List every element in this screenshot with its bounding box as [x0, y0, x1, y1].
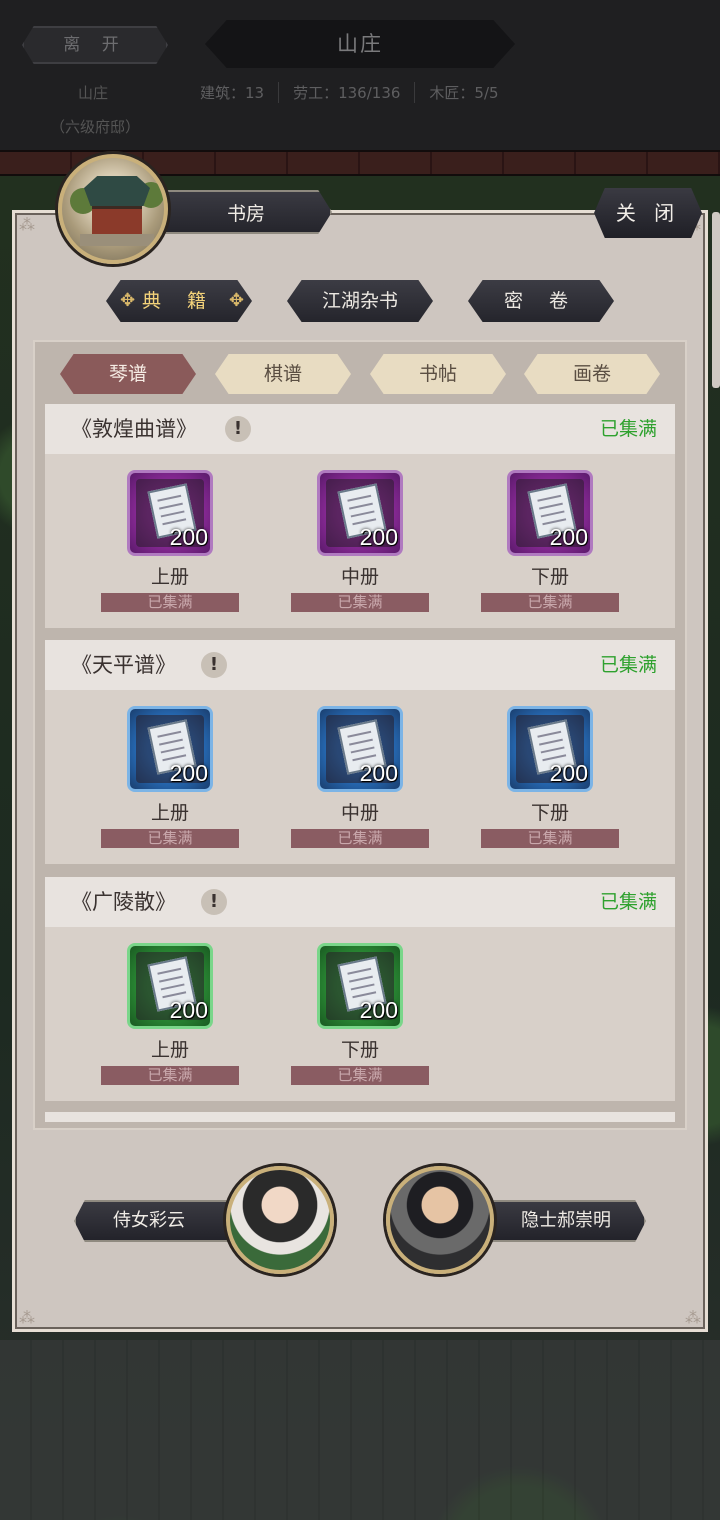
info-icon[interactable]: ! — [225, 416, 251, 442]
tab-secret-scrolls[interactable]: 密 卷 — [468, 280, 614, 322]
section-title: 《天平谱》 — [71, 653, 176, 677]
info-icon[interactable]: ! — [201, 889, 227, 915]
close-button[interactable]: 关 闭 — [594, 188, 702, 238]
book-item-icon[interactable]: 200 — [127, 706, 213, 792]
item-name: 中册 — [340, 566, 379, 588]
item-quantity: 200 — [169, 524, 208, 550]
collection-item[interactable]: 200 上册 已集满 — [101, 943, 239, 1085]
section-status: 已集满 — [599, 891, 657, 913]
room-name-plate: 书房 — [160, 190, 332, 234]
section-status: 已集满 — [599, 654, 657, 676]
section-header: 《天平谱》 ! 已集满 — [45, 640, 675, 690]
scrollbar[interactable] — [712, 212, 720, 388]
item-quantity: 200 — [359, 524, 398, 550]
collection-section: 《广陵散》 ! 已集满 200 上册 已集满 200 下册 已集满 — [45, 877, 675, 1101]
subtab-chess-manuals[interactable]: 棋谱 — [215, 354, 351, 394]
book-item-icon[interactable]: 200 — [317, 470, 403, 556]
collection-item[interactable]: 200 上册 已集满 — [101, 706, 239, 848]
item-name: 下册 — [530, 802, 569, 824]
section-title: 《广陵散》 — [71, 890, 176, 914]
item-quantity: 200 — [169, 760, 208, 786]
ornament-icon: ✥ — [228, 290, 244, 311]
item-status: 已集满 — [291, 1066, 429, 1085]
item-status: 已集满 — [101, 829, 239, 848]
roof-icon — [84, 176, 150, 206]
leave-button[interactable]: 离 开 — [22, 26, 168, 64]
tab-classics-label: 典 籍 — [141, 290, 217, 312]
tab-classics[interactable]: ✥ 典 籍 ✥ — [106, 280, 252, 322]
item-status: 已集满 — [291, 829, 429, 848]
corner-ornament: ⁂ — [685, 1308, 701, 1327]
collection-item[interactable]: 200 上册 已集满 — [101, 470, 239, 612]
npc-hermit-name: 隐士郝崇明 — [521, 1210, 611, 1231]
estate-rank: （六级府邸） — [50, 118, 141, 136]
tab-misc-books[interactable]: 江湖杂书 — [287, 280, 433, 322]
platform-icon — [80, 234, 154, 246]
collection-section: 《天平谱》 ! 已集满 200 上册 已集满 200 中册 已集满 200 下册… — [45, 640, 675, 864]
collection-item[interactable]: 200 下册 已集满 — [481, 706, 619, 848]
maid-avatar[interactable] — [226, 1166, 334, 1274]
section-status: 已集满 — [599, 418, 657, 440]
item-name: 中册 — [340, 802, 379, 824]
corner-ornament: ⁂ — [19, 215, 35, 234]
item-quantity: 200 — [549, 524, 588, 550]
item-quantity: 200 — [169, 997, 208, 1023]
hall-icon — [92, 206, 142, 234]
stat-labor: 劳工：136/136 — [279, 82, 416, 103]
collection-item[interactable]: 200 下册 已集满 — [481, 470, 619, 612]
item-status: 已集满 — [291, 593, 429, 612]
collection-section: 《敦煌曲谱》 ! 已集满 200 上册 已集满 200 中册 已集满 200 下… — [45, 404, 675, 628]
estate-name: 山庄 — [78, 84, 109, 102]
collection-section-peek — [45, 1112, 675, 1122]
book-item-icon[interactable]: 200 — [507, 706, 593, 792]
subtab-qin-scores[interactable]: 琴谱 — [60, 354, 196, 394]
section-header: 《广陵散》 ! 已集满 — [45, 877, 675, 927]
hermit-avatar[interactable] — [386, 1166, 494, 1274]
item-status: 已集满 — [101, 593, 239, 612]
subtab-calligraphy[interactable]: 书帖 — [370, 354, 506, 394]
item-quantity: 200 — [549, 760, 588, 786]
stat-carpenters: 木匠：5/5 — [429, 84, 499, 102]
book-item-icon[interactable]: 200 — [127, 943, 213, 1029]
item-status: 已集满 — [101, 1066, 239, 1085]
item-quantity: 200 — [359, 760, 398, 786]
section-header: 《敦煌曲谱》 ! 已集满 — [45, 404, 675, 454]
book-item-icon[interactable]: 200 — [507, 470, 593, 556]
pavement — [0, 1340, 720, 1520]
item-name: 下册 — [530, 566, 569, 588]
npc-maid-name: 侍女彩云 — [113, 1210, 185, 1231]
ornament-icon: ✥ — [120, 290, 136, 311]
item-name: 上册 — [150, 1039, 189, 1061]
collection-item[interactable]: 200 中册 已集满 — [291, 706, 429, 848]
page-title: 山庄 — [205, 20, 515, 68]
collection-item[interactable]: 200 中册 已集满 — [291, 470, 429, 612]
corner-ornament: ⁂ — [19, 1308, 35, 1327]
item-name: 下册 — [340, 1039, 379, 1061]
stat-buildings: 建筑：13 — [200, 82, 280, 103]
collection-item[interactable]: 200 下册 已集满 — [291, 943, 429, 1085]
section-title: 《敦煌曲谱》 — [71, 417, 197, 441]
item-name: 上册 — [150, 802, 189, 824]
item-name: 上册 — [150, 566, 189, 588]
book-item-icon[interactable]: 200 — [317, 943, 403, 1029]
item-status: 已集满 — [481, 593, 619, 612]
item-status: 已集满 — [481, 829, 619, 848]
book-item-icon[interactable]: 200 — [317, 706, 403, 792]
subtab-paintings[interactable]: 画卷 — [524, 354, 660, 394]
info-icon[interactable]: ! — [201, 652, 227, 678]
book-item-icon[interactable]: 200 — [127, 470, 213, 556]
study-building-icon — [58, 154, 168, 264]
estate-stats: 建筑：13 劳工：136/136 木匠：5/5 — [200, 82, 513, 103]
item-quantity: 200 — [359, 997, 398, 1023]
